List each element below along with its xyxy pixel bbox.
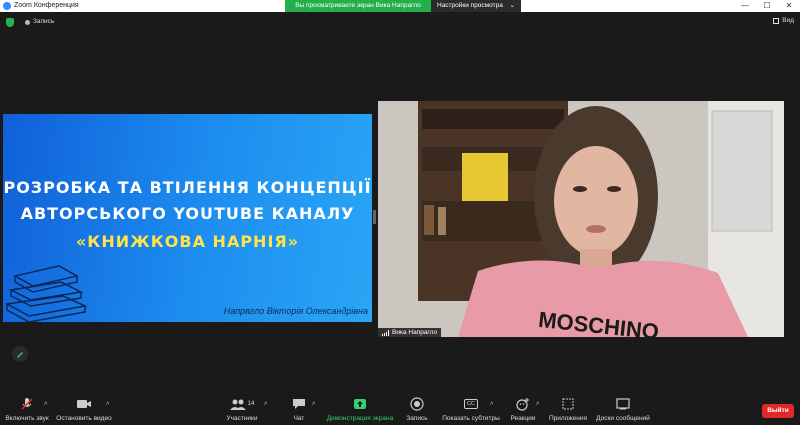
participant-video-image: MOSCHINO	[378, 101, 784, 337]
participant-name: Вика Напрагло	[392, 329, 438, 336]
share-banner: Вы просматриваете экран Вика Напрагло На…	[285, 0, 521, 12]
view-label: Вид	[782, 17, 794, 24]
participants-label: Участники	[226, 415, 258, 422]
participants-button[interactable]: 14 Участники	[222, 397, 262, 422]
apps-label: Приложения	[548, 415, 588, 422]
participants-count: 14	[247, 401, 255, 407]
shield-icon[interactable]	[6, 18, 14, 27]
close-window-button[interactable]: ✕	[778, 0, 800, 12]
zoom-logo-icon	[3, 2, 11, 10]
slide-title-line1: РОЗРОБКА ТА ВТІЛЕННЯ КОНЦЕПЦІЇ	[3, 178, 372, 197]
closed-captions-icon: CC	[464, 399, 478, 409]
participants-icon	[229, 399, 246, 410]
pencil-icon	[17, 352, 23, 358]
view-options-button[interactable]: Настройки просмотра ⌄	[431, 0, 521, 12]
books-illustration-icon	[4, 265, 88, 322]
view-options-label: Настройки просмотра	[437, 2, 503, 9]
stop-video-label: Остановить видео	[56, 415, 112, 422]
maximize-button[interactable]: ☐	[756, 0, 778, 12]
window-titlebar: Zoom Конференция Вы просматриваете экран…	[0, 0, 800, 12]
captions-options-caret[interactable]: ^	[490, 402, 493, 409]
split-view-handle[interactable]	[373, 210, 376, 224]
chat-button[interactable]: Чат	[288, 397, 310, 422]
chat-options-caret[interactable]: ^	[312, 402, 315, 409]
view-button[interactable]: Вид	[773, 17, 794, 24]
audio-options-caret[interactable]: ^	[44, 402, 47, 409]
apps-button[interactable]: Приложения	[546, 397, 590, 422]
muted-microphone-icon	[21, 398, 33, 410]
unmute-button[interactable]: Включить звук	[4, 397, 50, 422]
shared-screen: РОЗРОБКА ТА ВТІЛЕННЯ КОНЦЕПЦІЇ АВТОРСЬКО…	[3, 114, 372, 322]
recording-indicator: Запись	[33, 18, 55, 25]
chat-label: Чат	[293, 415, 305, 422]
share-status-message: Вы просматриваете экран Вика Напрагло	[285, 0, 431, 12]
meeting-toolbar: Включить звук ^ Остановить видео ^ 14 Уч…	[0, 395, 800, 425]
whiteboards-label: Доски сообщений	[596, 415, 650, 422]
meeting-info-bar: Запись Вид	[0, 12, 800, 32]
record-button[interactable]: Запись	[400, 397, 434, 422]
share-screen-label: Демонстрация экрана	[326, 415, 394, 422]
smiley-add-icon	[516, 398, 529, 411]
video-camera-icon	[77, 400, 91, 408]
participants-options-caret[interactable]: ^	[264, 402, 267, 409]
record-label: Запись	[406, 415, 428, 422]
minimize-button[interactable]: —	[734, 0, 756, 12]
apps-icon	[562, 398, 574, 410]
slide-author: Напрягло Вікторія Олександрівна	[223, 306, 368, 316]
share-screen-button[interactable]: Демонстрация экрана	[324, 397, 396, 422]
share-screen-icon	[354, 399, 366, 409]
record-icon	[410, 397, 424, 411]
annotate-button[interactable]	[12, 346, 28, 362]
chevron-down-icon: ⌄	[509, 2, 515, 9]
whiteboards-button[interactable]: Доски сообщений	[594, 397, 652, 422]
slide-channel-name: «КНИЖКОВА НАРНІЯ»	[75, 232, 300, 251]
slide-title-line2: АВТОРСЬКОГО YOUTUBE КАНАЛУ	[20, 204, 355, 223]
reactions-label: Реакции	[510, 415, 536, 422]
signal-strength-icon	[382, 329, 389, 336]
show-captions-label: Показать субтитры	[442, 415, 500, 422]
participant-name-tag: Вика Напрагло	[378, 328, 442, 337]
grid-icon	[773, 17, 780, 24]
chat-bubble-icon	[293, 399, 305, 409]
stop-video-button[interactable]: Остановить видео	[56, 397, 112, 422]
recording-dot-icon	[25, 20, 30, 25]
window-title: Zoom Конференция	[14, 2, 79, 9]
leave-meeting-button[interactable]: Выйти	[762, 404, 794, 418]
show-captions-button[interactable]: CC Показать субтитры	[440, 397, 502, 422]
video-options-caret[interactable]: ^	[106, 402, 109, 409]
unmute-label: Включить звук	[5, 415, 49, 422]
participant-video[interactable]: MOSCHINO Вика Напрагло	[378, 101, 784, 337]
whiteboard-icon	[616, 398, 630, 410]
reactions-button[interactable]: Реакции	[506, 397, 540, 422]
reactions-options-caret[interactable]: ^	[536, 402, 539, 409]
